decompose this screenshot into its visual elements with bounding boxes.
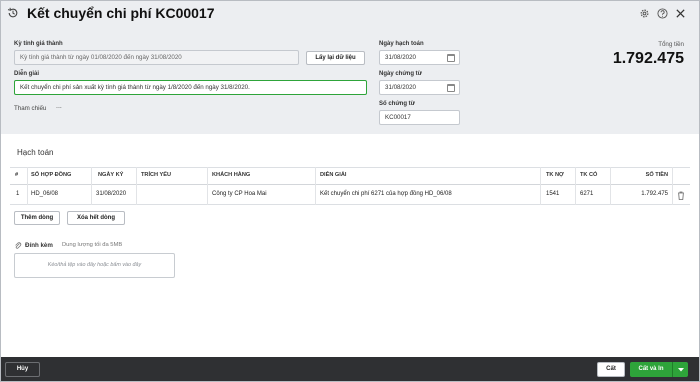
dien-giai-label: Diễn giải xyxy=(14,71,40,77)
cell-dien-giai[interactable]: Kết chuyển chi phí 6271 của hợp đồng HD_… xyxy=(320,191,452,197)
total-label: Tổng tiền xyxy=(658,41,684,48)
ky-tinh-label: Kỳ tính giá thành xyxy=(14,41,63,47)
column-divider xyxy=(672,167,673,205)
tham-chieu-more[interactable]: ... xyxy=(56,103,62,110)
section-title: Hạch toán xyxy=(17,148,54,157)
ky-tinh-field[interactable]: Kỳ tính giá thành từ ngày 01/08/2020 đến… xyxy=(14,50,299,65)
column-divider xyxy=(27,167,28,205)
cell-tk-no[interactable]: 1541 xyxy=(546,191,559,197)
cell-so-tien[interactable]: 1.792.475 xyxy=(641,191,668,197)
cell-khach-hang[interactable]: Công ty CP Hoa Mai xyxy=(212,191,267,197)
tham-chieu-label: Tham chiếu xyxy=(14,105,47,112)
total-amount: 1.792.475 xyxy=(612,50,684,67)
column-divider xyxy=(610,167,611,205)
cell-ngay-ky[interactable]: 31/08/2020 xyxy=(96,191,126,197)
so-chung-tu-label: Số chứng từ xyxy=(379,101,416,107)
ngay-hach-toan-label: Ngày hạch toán xyxy=(379,41,424,47)
so-chung-tu-field[interactable]: KC00017 xyxy=(379,110,460,125)
save-button[interactable]: Cất xyxy=(597,362,625,377)
column-divider xyxy=(207,167,208,205)
calendar-icon[interactable] xyxy=(447,54,455,62)
paperclip-icon xyxy=(15,242,22,249)
column-divider xyxy=(575,167,576,205)
column-divider xyxy=(136,167,137,205)
page-title: Kết chuyển chi phí KC00017 xyxy=(27,5,215,21)
ngay-hach-toan-field[interactable]: 31/08/2020 xyxy=(379,50,460,65)
cell-so-hop-dong[interactable]: HD_06/08 xyxy=(31,191,58,197)
header-tk-no: TK NỢ xyxy=(546,172,564,178)
header-so-tien: SỐ TIỀN xyxy=(645,172,668,178)
header-tk-co: TK CÓ xyxy=(580,172,598,178)
ngay-chung-tu-value: 31/08/2020 xyxy=(385,84,416,91)
add-row-button[interactable]: Thêm dòng xyxy=(14,211,60,225)
dien-giai-field[interactable]: Kết chuyển chi phí sản xuất kỳ tính giá … xyxy=(14,80,367,95)
calendar-icon[interactable] xyxy=(447,84,455,92)
header-dien-giai: DIỄN GIẢI xyxy=(320,172,347,178)
column-divider xyxy=(91,167,92,205)
header-index: # xyxy=(15,172,19,178)
help-icon[interactable] xyxy=(657,8,668,19)
cell-tk-co[interactable]: 6271 xyxy=(580,191,593,197)
save-options-dropdown[interactable] xyxy=(672,362,688,377)
close-icon[interactable] xyxy=(675,8,686,19)
ngay-hach-toan-value: 31/08/2020 xyxy=(385,54,416,61)
header-ngay-ky: NGÀY KÝ xyxy=(98,172,124,178)
attachment-label: Đính kèm xyxy=(25,242,53,249)
lay-lai-button[interactable]: Lấy lại dữ liệu xyxy=(306,51,365,65)
header-trich-yeu: TRÍCH YẾU xyxy=(141,172,172,178)
cancel-button[interactable]: Hủy xyxy=(5,362,40,377)
column-divider xyxy=(540,167,541,205)
trash-icon[interactable] xyxy=(677,191,685,200)
attachment-limit: Dung lượng tối đa 5MB xyxy=(62,242,123,248)
attachment-dropzone[interactable]: Kéo/thả tệp vào đây hoặc bấm vào đây xyxy=(14,253,175,278)
header-khach-hang: KHÁCH HÀNG xyxy=(212,172,251,178)
chevron-down-icon xyxy=(678,368,684,372)
table-header-divider xyxy=(10,184,690,185)
cell-index: 1 xyxy=(16,191,20,197)
history-icon[interactable] xyxy=(7,7,19,19)
header-so-hop-dong: SỐ HỢP ĐỒNG xyxy=(31,172,72,178)
ngay-chung-tu-label: Ngày chứng từ xyxy=(379,71,423,77)
clear-rows-button[interactable]: Xóa hết dòng xyxy=(67,211,125,225)
footer-bar xyxy=(0,357,700,382)
ngay-chung-tu-field[interactable]: 31/08/2020 xyxy=(379,80,460,95)
column-divider xyxy=(315,167,316,205)
gear-icon[interactable] xyxy=(639,8,650,19)
save-print-button[interactable]: Cất và In xyxy=(630,362,672,377)
